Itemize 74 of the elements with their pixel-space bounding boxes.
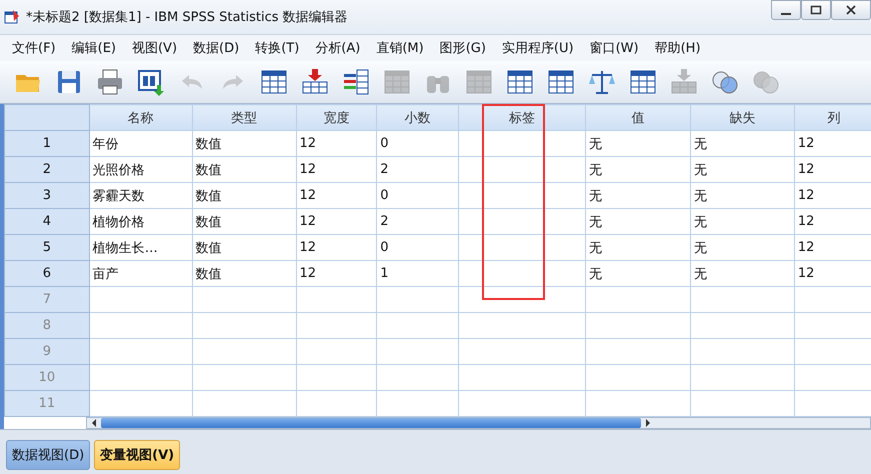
app-icon — [4, 9, 20, 25]
table-cell: 无 — [690, 208, 794, 234]
minimize-button[interactable] — [771, 0, 801, 20]
table-cell: 12 — [296, 208, 377, 234]
menu-item[interactable]: 帮助(H) — [646, 39, 709, 57]
column-header[interactable]: 列 — [794, 104, 871, 130]
close-icon — [845, 5, 857, 15]
table-cell: 数值 — [192, 130, 296, 156]
table-cell: 数值 — [192, 234, 296, 260]
table-cell: 12 — [296, 130, 377, 156]
table-cell: 1 — [376, 260, 458, 286]
table-cell: 数值 — [192, 156, 296, 182]
table-cell: 光照价格 — [89, 156, 192, 182]
menu-item[interactable]: 视图(V) — [124, 39, 186, 57]
window-title: *未标题2 [数据集1] - IBM SPSS Statistics 数据编辑器 — [26, 9, 348, 26]
table-cell: 无 — [586, 156, 690, 182]
menu-item[interactable]: 实用程序(U) — [494, 39, 582, 57]
menu-item[interactable]: 转换(T) — [247, 39, 308, 57]
close-button[interactable] — [831, 0, 871, 20]
menu-item[interactable]: 图形(G) — [432, 39, 494, 57]
scroll-left-icon[interactable] — [90, 418, 98, 428]
table-cell: 无 — [690, 260, 794, 286]
menu-item[interactable]: 编辑(E) — [64, 39, 124, 57]
table-cell: 数值 — [192, 182, 296, 208]
table-cell: 雾霾天数 — [89, 182, 192, 208]
table-cell: 12 — [296, 234, 377, 260]
view-tab[interactable]: 数据视图(D) — [6, 440, 90, 470]
table-cell: 12 — [296, 156, 377, 182]
horizontal-scrollbar[interactable] — [86, 417, 871, 429]
menu-item[interactable]: 文件(F) — [4, 39, 64, 57]
menu-item[interactable]: 分析(A) — [307, 39, 368, 57]
table-cell: 植物生长… — [89, 234, 192, 260]
table-cell: 12 — [296, 260, 377, 286]
column-header[interactable]: 宽度 — [296, 104, 377, 130]
column-header[interactable]: 值 — [586, 104, 690, 130]
table-cell: 数值 — [192, 260, 296, 286]
table-cell: 无 — [690, 130, 794, 156]
table-cell: 2 — [376, 208, 458, 234]
table-cell: 数值 — [192, 208, 296, 234]
table-cell: 无 — [586, 130, 690, 156]
column-header[interactable]: 标签 — [458, 104, 586, 130]
row-number[interactable]: 2 — [4, 156, 90, 182]
minimize-icon — [781, 13, 791, 15]
table-cell: 年份 — [89, 130, 192, 156]
column-header[interactable]: 名称 — [89, 104, 192, 130]
maximize-button[interactable] — [801, 0, 831, 20]
table-cell: 无 — [586, 182, 690, 208]
table-cell: 无 — [586, 208, 690, 234]
table-cell: 2 — [376, 156, 458, 182]
table-cell: 植物价格 — [89, 208, 192, 234]
column-header[interactable]: 小数 — [376, 104, 458, 130]
row-number[interactable]: 3 — [4, 182, 90, 208]
column-header[interactable]: 缺失 — [690, 104, 794, 130]
table-cell: 无 — [690, 156, 794, 182]
table-cell: 无 — [586, 260, 690, 286]
row-number[interactable]: 4 — [4, 208, 90, 234]
maximize-icon — [810, 5, 822, 15]
table-cell: 无 — [586, 234, 690, 260]
row-number[interactable]: 5 — [4, 234, 90, 260]
table-cell: 无 — [690, 234, 794, 260]
row-number[interactable]: 1 — [4, 130, 90, 156]
table-cell: 亩产 — [89, 260, 192, 286]
menu-item[interactable]: 窗口(W) — [582, 39, 647, 57]
table-cell: 0 — [376, 182, 458, 208]
table-cell: 12 — [296, 182, 377, 208]
view-tab[interactable]: 变量视图(V) — [94, 440, 180, 470]
table-cell: 0 — [376, 130, 458, 156]
table-cell: 0 — [376, 234, 458, 260]
menu-item[interactable]: 直销(M) — [368, 39, 432, 57]
column-header[interactable]: 类型 — [192, 104, 296, 130]
row-number[interactable]: 6 — [4, 260, 90, 286]
table-cell: 无 — [690, 182, 794, 208]
scroll-right-icon[interactable] — [644, 418, 652, 428]
menu-item[interactable]: 数据(D) — [185, 39, 248, 57]
